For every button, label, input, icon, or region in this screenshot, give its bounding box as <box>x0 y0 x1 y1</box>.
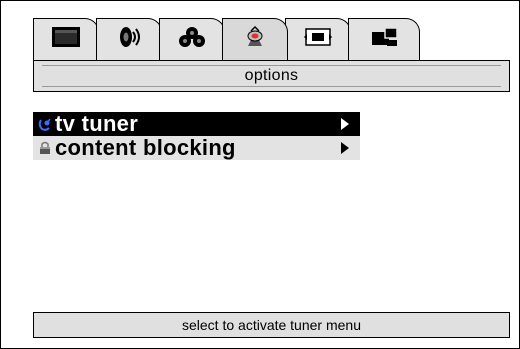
tab-screen-format[interactable] <box>285 18 351 66</box>
help-text: select to activate tuner menu <box>182 317 361 333</box>
aspect-ratio-icon <box>304 28 332 46</box>
lock-icon <box>40 141 50 154</box>
tab-setup[interactable] <box>159 18 225 66</box>
film-reels-icon <box>179 27 205 47</box>
menu-item-label: tv tuner <box>55 111 139 136</box>
menu-tab-strip <box>33 18 433 66</box>
menu-item-content-blocking[interactable]: content blocking <box>33 136 360 160</box>
picture-in-picture-icon <box>372 27 398 46</box>
antenna-icon <box>38 118 51 131</box>
help-status-bar: select to activate tuner menu <box>33 312 510 338</box>
satellite-dish-icon <box>247 26 263 46</box>
tv-options-screen: options tv tuner content blocking select… <box>0 0 520 349</box>
tab-options[interactable] <box>222 18 288 66</box>
section-title: options <box>244 67 299 84</box>
submenu-arrow-icon <box>341 118 349 130</box>
tab-audio[interactable] <box>96 18 162 66</box>
title-rule-top <box>42 65 501 66</box>
tv-screen-icon <box>52 27 80 47</box>
menu-item-label: content blocking <box>55 135 236 160</box>
tab-pip[interactable] <box>348 18 420 66</box>
menu-item-tv-tuner[interactable]: tv tuner <box>33 112 360 136</box>
options-menu: tv tuner content blocking <box>33 112 360 160</box>
tab-picture[interactable] <box>33 18 99 66</box>
section-title-bar: options <box>33 60 510 92</box>
title-rule-bottom <box>42 86 501 87</box>
speaker-sound-icon <box>120 27 140 47</box>
submenu-arrow-icon <box>341 142 349 154</box>
